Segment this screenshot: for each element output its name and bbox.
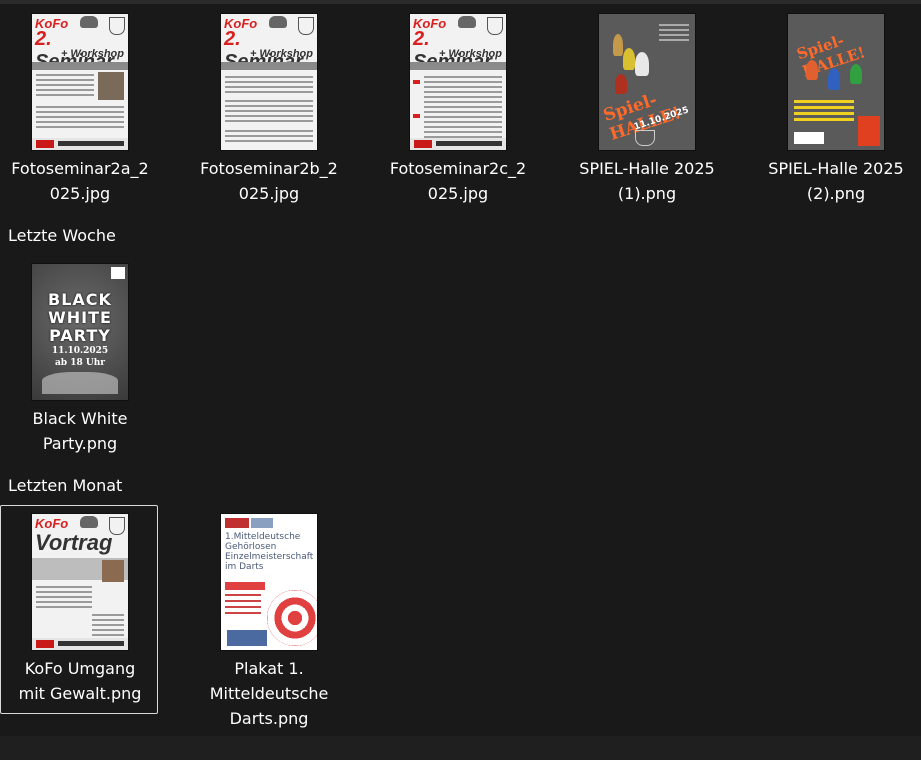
group-header-last-week[interactable]: Letzte Woche [8,226,116,245]
info-band [227,630,267,646]
kofo-logo: KoFo [35,516,69,531]
text-lines [794,100,854,121]
portrait-photo [102,560,124,582]
darts-title: 1.Mitteldeutsche Gehörlosen Einzelmeiste… [225,532,313,572]
crest-icon [635,130,655,146]
workshop-subheading: + Workshop [60,48,124,60]
game-piece [623,48,635,70]
text-lines [225,76,313,96]
theme-band [32,62,128,70]
file-name-label: SPIEL-Halle 2025 (1).png [579,159,715,203]
thumbnail-black-white-party: BLACK WHITE PARTY 11.10.2025 ab 18 Uhr [32,264,128,400]
thumbnail-kofo-vortrag: KoFo Vortrag [32,514,128,650]
game-piece [613,34,623,56]
footer-band [32,138,128,150]
text-lines [92,614,124,639]
file-name-label: Fotoseminar2c_2 025.jpg [389,159,527,203]
file-name-label: SPIEL-Halle 2025 (2).png [768,159,904,203]
thumbnail-spiel-halle-2: Spiel-HALLE! [788,14,884,150]
file-tile-kofo-umgang-mit-gewalt[interactable]: KoFo Vortrag KoFo Umgang mit Gewalt.png [0,505,158,714]
hand-icon [80,16,98,28]
logo-box [794,132,824,144]
game-piece [828,68,840,90]
workshop-subheading: + Workshop [438,48,502,60]
game-piece [635,52,649,76]
file-name-label: Plakat 1. Mitteldeutsche Darts.png [209,659,329,728]
file-tile-spiel-halle-2[interactable]: Spiel-HALLE! SPIEL-Halle 2025 (2).png [756,5,914,205]
hand-icon [458,16,476,28]
hand-icon [80,516,98,528]
logo-box [225,518,249,528]
dartboard-icon [267,590,317,646]
text-lines [225,100,313,125]
text-lines [659,24,689,54]
hands-illustration [42,372,118,394]
footer-band [410,138,506,150]
file-tile-fotoseminar2a[interactable]: KoFo 2. Seminar + Workshop Fotoseminar2a… [0,5,158,205]
date-band [225,582,265,590]
text-lines [36,106,124,131]
thumbnail-fotoseminar2a: KoFo 2. Seminar + Workshop [32,14,128,150]
poster-time: ab 18 Uhr [54,358,106,368]
logo-box [251,518,273,528]
thumbnail-spiel-halle-1: Spiel-HALLE! 11.10.2025 [599,14,695,150]
arrow-icon [413,114,420,118]
poster-word-party: PARTY [49,326,111,345]
price-box [858,116,880,146]
game-piece [806,60,818,80]
workshop-subheading: + Workshop [249,48,313,60]
schedule-band [221,62,317,70]
file-name-label: KoFo Umgang mit Gewalt.png [18,659,142,703]
group-header-last-month[interactable]: Letzten Monat [8,476,122,495]
poster-word-black: BLACK [48,290,112,309]
text-lines [225,594,261,614]
poster-word-white: WHITE [48,308,112,327]
text-lines [36,74,94,99]
text-lines [424,76,502,146]
price-badge [111,267,125,279]
game-piece [850,64,862,84]
portrait-photo [98,72,124,100]
thumbnail-fotoseminar2c: KoFo 2. Seminar + Workshop [410,14,506,150]
arrow-icon [413,80,420,84]
hand-icon [269,16,287,28]
thumbnail-fotoseminar2b: KoFo 2. Seminar + Workshop [221,14,317,150]
file-name-label: Black White Party.png [32,409,128,453]
status-bar-area [0,736,921,760]
vortrag-heading: Vortrag [35,530,113,555]
footer-band [32,638,128,650]
file-tile-fotoseminar2b[interactable]: KoFo 2. Seminar + Workshop Fotoseminar2b… [189,5,347,205]
game-piece [615,74,627,94]
info-band [410,62,506,70]
file-tile-plakat-darts[interactable]: 1.Mitteldeutsche Gehörlosen Einzelmeiste… [189,505,347,728]
window-top-edge [0,0,921,4]
file-name-label: Fotoseminar2b_2 025.jpg [200,159,338,203]
file-name-label: Fotoseminar2a_2 025.jpg [11,159,149,203]
poster-date: 11.10.2025 [51,346,109,356]
text-lines [225,130,313,145]
text-lines [36,586,92,611]
file-tile-spiel-halle-1[interactable]: Spiel-HALLE! 11.10.2025 SPIEL-Halle 2025… [567,5,725,205]
thumbnail-plakat-darts: 1.Mitteldeutsche Gehörlosen Einzelmeiste… [221,514,317,650]
file-tile-black-white-party[interactable]: BLACK WHITE PARTY 11.10.2025 ab 18 Uhr B… [0,255,158,455]
file-tile-fotoseminar2c[interactable]: KoFo 2. Seminar + Workshop Fotoseminar2c… [378,5,536,205]
